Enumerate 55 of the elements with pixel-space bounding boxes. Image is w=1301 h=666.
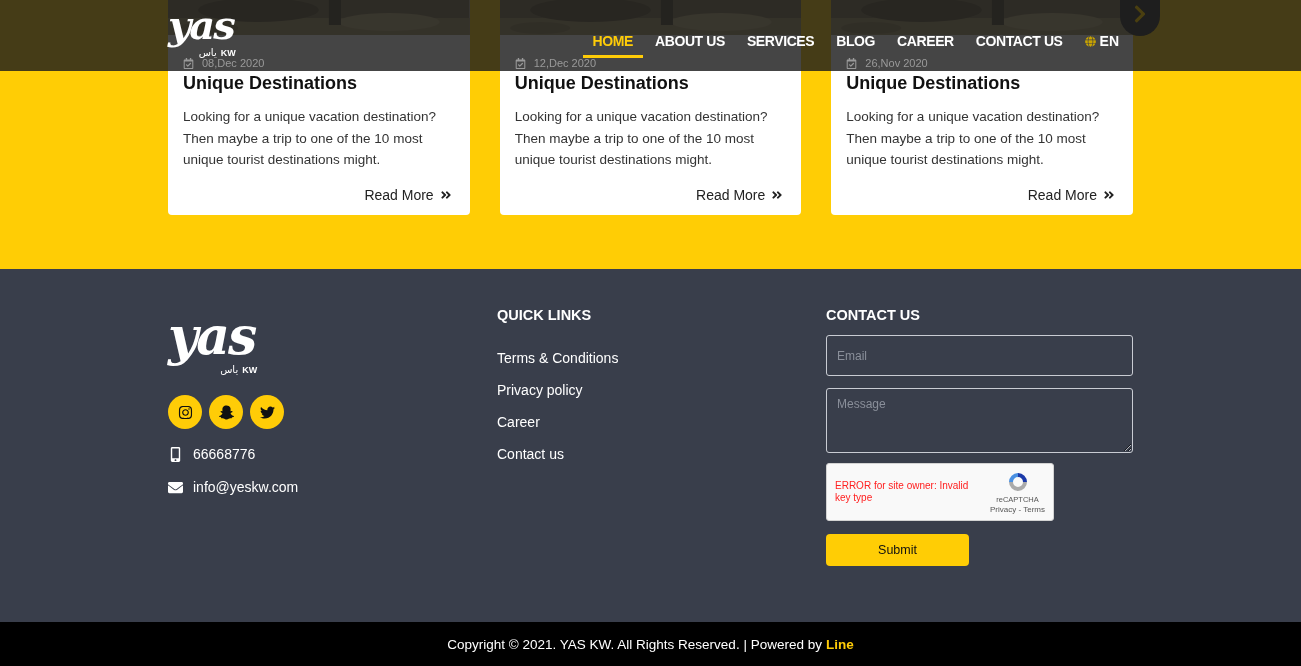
logo-arabic-text: ياس xyxy=(220,365,239,376)
nav-link[interactable]: BLOG xyxy=(826,25,886,58)
card-excerpt: Looking for a unique vacation destination? Then maybe a trip to one of the 10 most unique tourist destinations might. xyxy=(183,108,437,169)
powered-by-link[interactable]: Line xyxy=(825,636,854,652)
ghost-icon xyxy=(218,404,234,420)
read-more-link[interactable]: Read More xyxy=(364,186,452,203)
phone-icon xyxy=(168,446,183,462)
email-address: info@yeskw.com xyxy=(193,479,299,496)
nav-link[interactable]: CONTACT US xyxy=(965,25,1073,58)
snapchat-button[interactable] xyxy=(209,395,243,430)
double-chevron-icon xyxy=(771,188,784,201)
calendar-icon xyxy=(514,57,526,69)
globe-icon xyxy=(1084,35,1096,47)
submit-button[interactable]: Submit xyxy=(826,534,969,566)
footer-link[interactable]: Contact us xyxy=(497,445,564,463)
card-title: Unique Destinations xyxy=(514,73,690,94)
calendar-icon xyxy=(183,57,194,69)
logo-suffix: KW xyxy=(242,366,258,376)
read-more-link[interactable]: Read More xyxy=(696,186,784,203)
logo-wordmark: yas xyxy=(168,3,236,47)
twitter-button[interactable] xyxy=(250,395,284,430)
logo-arabic-text: ياس xyxy=(198,48,217,58)
contact-heading: CONTACT US xyxy=(826,307,920,323)
quick-links-heading: QUICK LINKS xyxy=(497,307,592,323)
read-more-link[interactable]: Read More xyxy=(1027,186,1115,203)
post-date: 08,Dec 2020 xyxy=(202,57,265,69)
post-date: 12,Dec 2020 xyxy=(533,57,597,69)
bird-icon xyxy=(259,404,275,420)
card-title: Unique Destinations xyxy=(846,73,1022,94)
double-chevron-icon xyxy=(1103,188,1115,201)
footer-link[interactable]: Career xyxy=(497,413,540,431)
phone-number: 66668776 xyxy=(193,446,256,463)
calendar-icon xyxy=(846,57,858,69)
nav-link[interactable]: ABOUT US xyxy=(644,25,735,58)
instagram-button[interactable] xyxy=(168,395,202,430)
post-date: 26,Nov 2020 xyxy=(865,57,928,69)
nav-link[interactable]: SERVICES xyxy=(736,25,825,58)
double-chevron-icon xyxy=(439,188,452,201)
footer-link[interactable]: Privacy policy xyxy=(497,381,583,399)
instagram-icon xyxy=(177,404,193,420)
card-excerpt: Looking for a unique vacation destination? Then maybe a trip to one of the 10 most unique tourist destinations might. xyxy=(846,108,1101,169)
email-field[interactable]: Email xyxy=(826,335,1133,376)
captcha-error: ERROR for site owner: Invalid key type xyxy=(835,480,970,504)
captcha-links[interactable]: Privacy - Terms xyxy=(990,505,1045,514)
footer-link[interactable]: Terms & Conditions xyxy=(497,349,619,367)
logo-wordmark: yas xyxy=(168,307,257,365)
card-excerpt: Looking for a unique vacation destination? Then maybe a trip to one of the 10 most unique tourist destinations might. xyxy=(514,108,769,169)
nav-link[interactable]: HOME xyxy=(582,25,643,58)
copyright-text: Copyright © 2021. YAS KW. All Rights Reserved. | Powered by xyxy=(447,636,822,652)
card-title: Unique Destinations xyxy=(183,73,358,94)
nav-link[interactable]: CAREER xyxy=(887,25,964,58)
logo-suffix: KW xyxy=(220,49,236,58)
envelope-icon xyxy=(168,479,183,495)
message-field[interactable]: Message xyxy=(826,388,1133,453)
language-switch[interactable]: EN xyxy=(1084,25,1119,58)
